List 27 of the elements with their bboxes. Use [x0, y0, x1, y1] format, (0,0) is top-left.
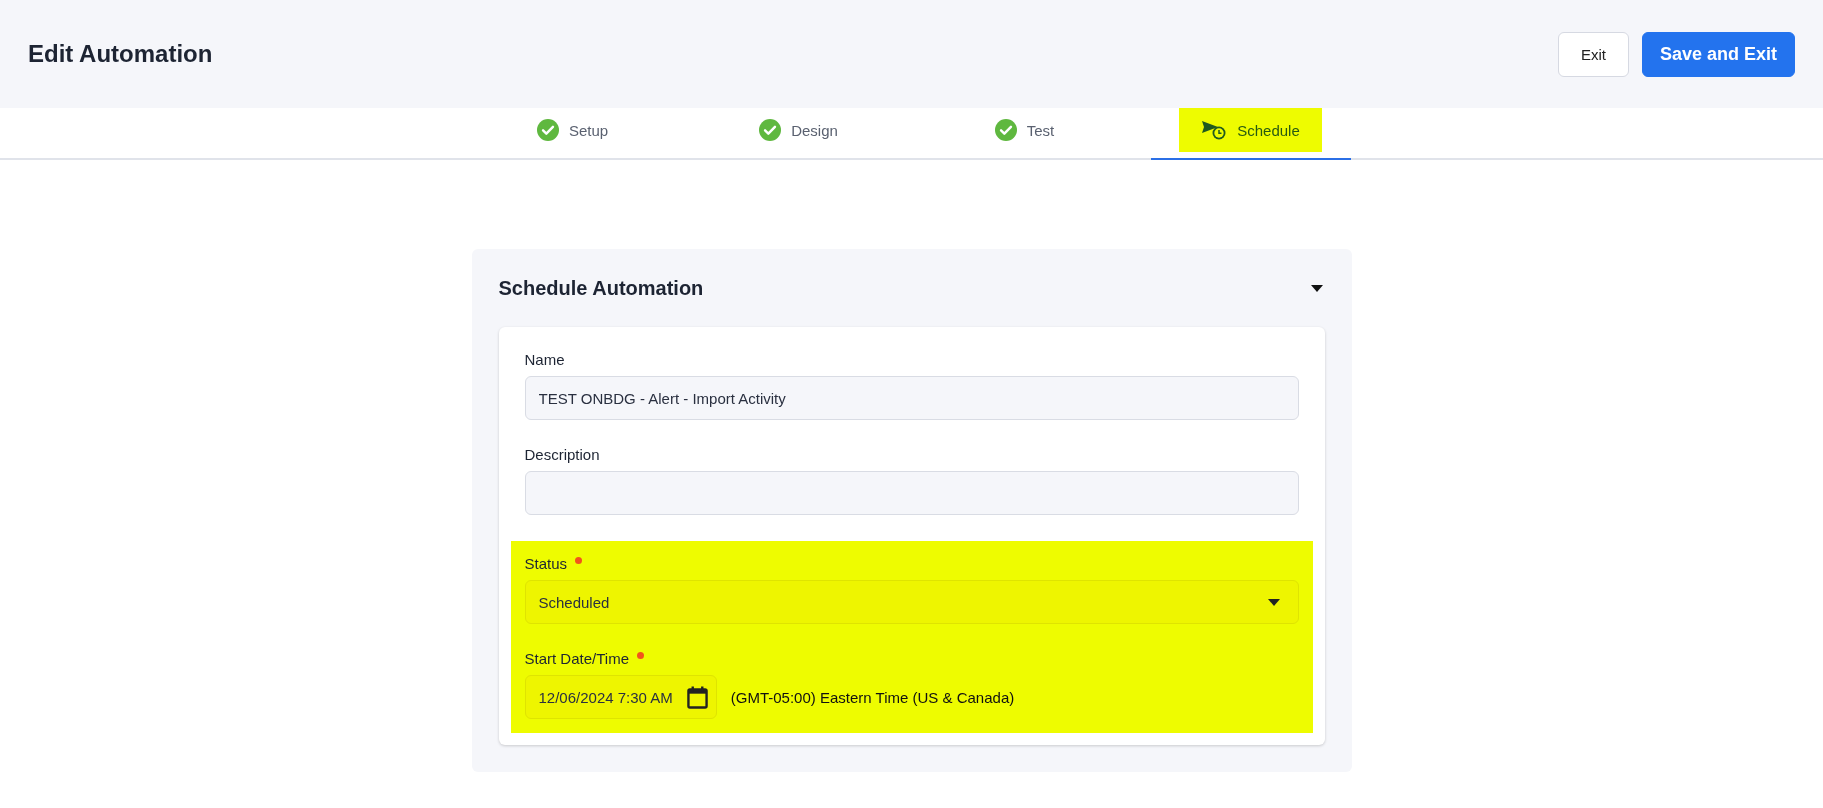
step-label: Schedule [1237, 121, 1300, 139]
status-select[interactable]: Scheduled [524, 580, 1299, 624]
step-label: Design [791, 121, 838, 139]
check-circle-icon [994, 119, 1017, 141]
step-tab[interactable]: Test [924, 108, 1125, 160]
check-circle-icon [536, 119, 559, 141]
date-time-field[interactable]: 12/06/2024 7:30 AM [524, 675, 717, 719]
description-field[interactable] [524, 471, 1299, 515]
exit-button[interactable]: Exit [1557, 31, 1629, 77]
check-circle-icon [759, 119, 782, 141]
status-label: Status [524, 555, 568, 572]
calendar-icon[interactable] [686, 685, 708, 709]
start-date-label: Start Date/Time [524, 650, 629, 667]
page-title: Edit Automation [28, 40, 213, 68]
caret-icon [1267, 598, 1280, 606]
send-clock-icon [1201, 119, 1228, 141]
step-tab[interactable]: Design [698, 108, 899, 160]
save-and-exit-button[interactable]: Save and Exit [1641, 31, 1795, 77]
step-tab[interactable]: Setup [472, 108, 673, 160]
name-label: Name [524, 351, 566, 368]
caret-icon[interactable] [1310, 284, 1323, 292]
description-label: Description [524, 446, 601, 463]
timezone-text: (GMT-05:00) Eastern Time (US & Canada) [730, 688, 1015, 706]
panel-title: Schedule Automation [498, 276, 704, 300]
name-field[interactable]: TEST ONBDG - Alert - Import Activity [524, 376, 1299, 420]
step-label: Test [1026, 121, 1055, 139]
step-label: Setup [568, 121, 609, 139]
